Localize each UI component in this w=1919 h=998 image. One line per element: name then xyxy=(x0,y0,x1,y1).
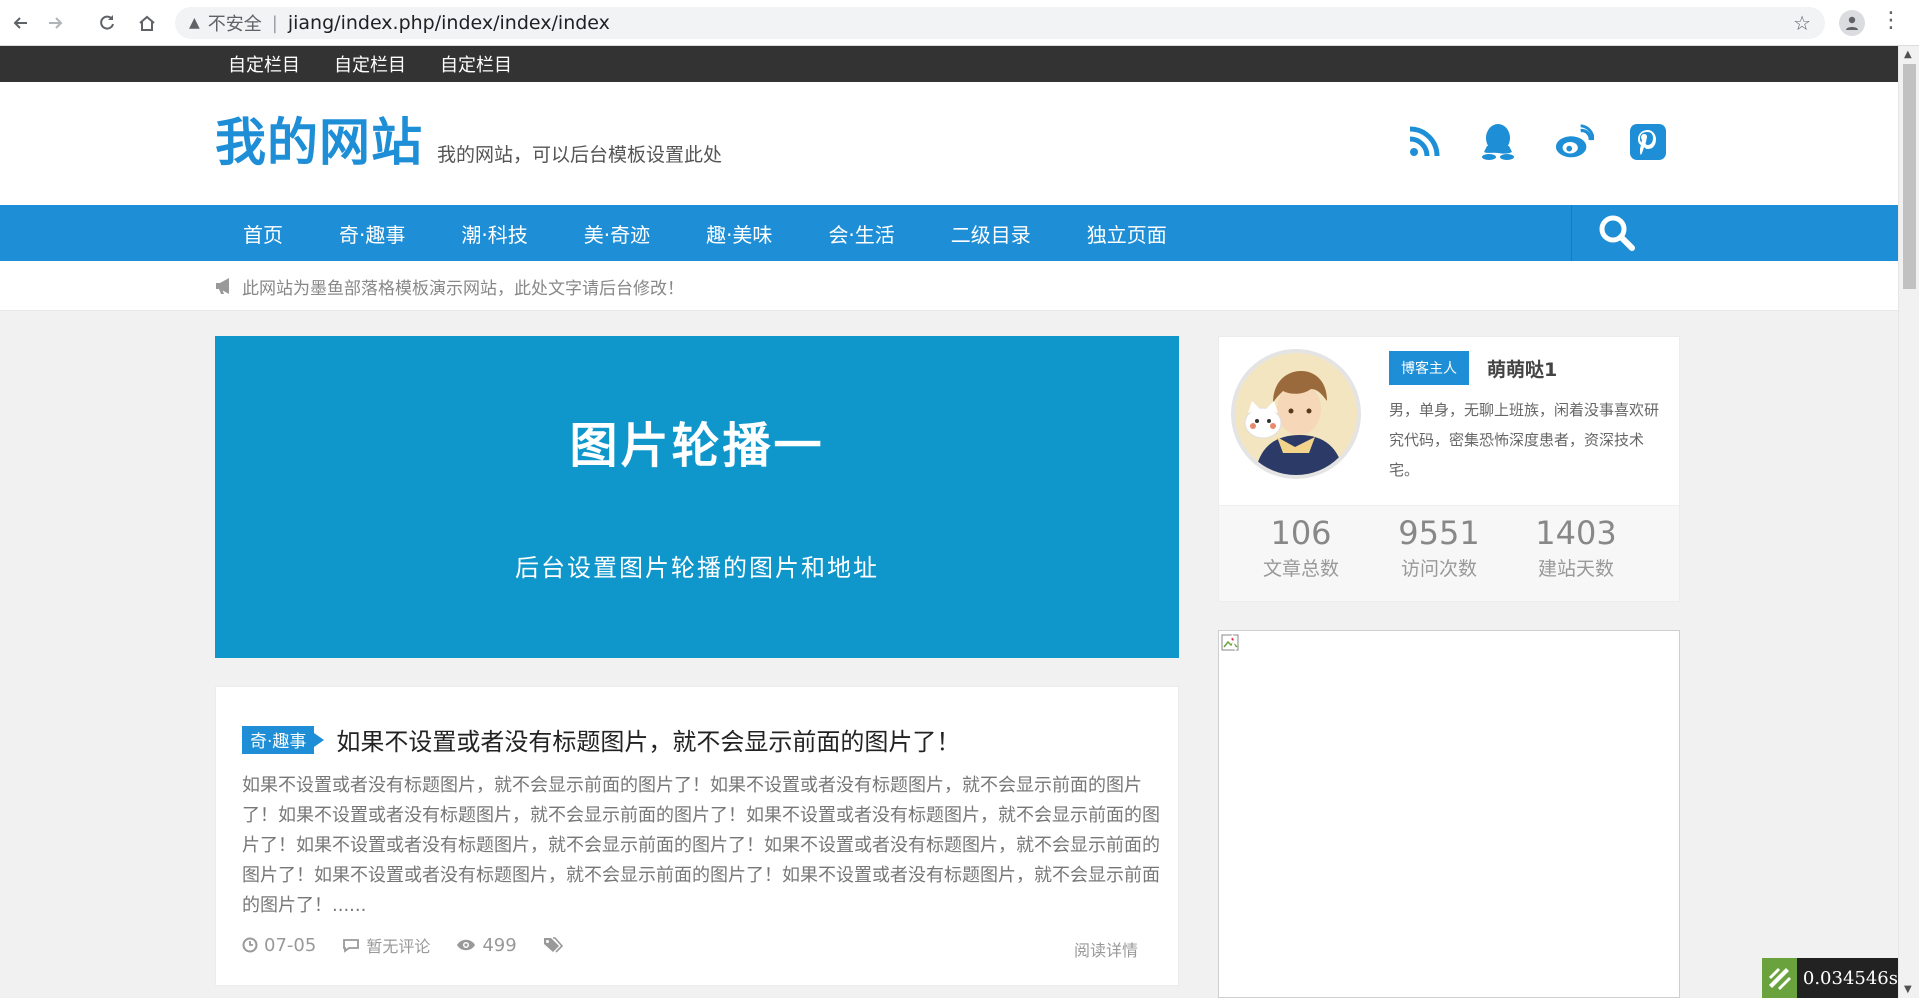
author-stats: 106 文章总数 9551 访问次数 1403 建站天数 xyxy=(1219,505,1679,601)
post-comments[interactable]: 暂无评论 xyxy=(366,933,430,957)
site-slogan: 我的网站，可以后台模板设置此处 xyxy=(437,144,723,166)
nav-item-home[interactable]: 首页 xyxy=(215,205,311,261)
thinkphp-logo-icon xyxy=(1762,958,1797,998)
forward-icon[interactable] xyxy=(40,8,70,38)
stat-visits: 9551 访问次数 xyxy=(1369,514,1509,581)
nav-item-qiqushi[interactable]: 奇·趣事 xyxy=(311,205,433,261)
topbar-link-1[interactable]: 自定栏目 xyxy=(228,51,300,77)
site-header: 我的网站 我的网站，可以后台模板设置此处 xyxy=(0,82,1898,205)
comment-icon xyxy=(343,939,360,953)
notice-text: 此网站为墨鱼部落格模板演示网站，此处文字请后台修改！ xyxy=(242,278,684,299)
post-title[interactable]: 如果不设置或者没有标题图片，就不会显示前面的图片了！ xyxy=(336,722,960,757)
broken-image-icon xyxy=(1221,634,1239,651)
insecure-label: 不安全 xyxy=(207,14,262,35)
warning-icon: ▲ xyxy=(189,15,200,31)
tags-icon[interactable] xyxy=(543,937,563,953)
stat-articles-label: 文章总数 xyxy=(1262,558,1339,580)
debug-timer[interactable]: 0.034546s xyxy=(1762,958,1898,998)
stat-days-num: 1403 xyxy=(1535,514,1617,552)
author-badge: 博客主人 xyxy=(1389,351,1469,385)
stat-visits-num: 9551 xyxy=(1398,514,1480,552)
eye-icon xyxy=(457,939,476,951)
nav-item-erjimulu[interactable]: 二级目录 xyxy=(923,205,1059,261)
nav-item-meiqiji[interactable]: 美·奇迹 xyxy=(556,205,678,261)
post-meta: 07-05 暂无评论 499 xyxy=(242,933,581,957)
post-date: 07-05 xyxy=(264,934,317,956)
search-icon xyxy=(1599,215,1635,251)
home-icon[interactable] xyxy=(132,8,162,38)
stat-days: 1403 建站天数 xyxy=(1506,514,1646,581)
sidebar-ad[interactable] xyxy=(1218,630,1680,998)
stat-articles-num: 106 xyxy=(1270,514,1332,552)
reload-icon[interactable] xyxy=(92,8,122,38)
post-views: 499 xyxy=(482,934,517,956)
carousel-title: 图片轮播一 xyxy=(569,418,825,474)
address-bar[interactable]: ▲ 不安全 | jiang/index.php/index/index/inde… xyxy=(175,7,1825,39)
post-excerpt: 如果不设置或者没有标题图片，就不会显示前面的图片了！如果不设置或者没有标题图片，… xyxy=(242,775,1160,916)
stat-visits-label: 访问次数 xyxy=(1400,558,1477,580)
page-scrollbar[interactable]: ▲ ▼ xyxy=(1898,46,1919,998)
page-viewport: 自定栏目 自定栏目 自定栏目 我的网站 我的网站，可以后台模板设置此处 首页 奇… xyxy=(0,46,1898,998)
top-bar: 自定栏目 自定栏目 自定栏目 xyxy=(0,46,1898,82)
pinterest-icon[interactable] xyxy=(1628,122,1668,162)
notice-bar: 此网站为墨鱼部落格模板演示网站，此处文字请后台修改！ xyxy=(0,261,1898,311)
stat-days-label: 建站天数 xyxy=(1537,558,1614,580)
author-avatar[interactable] xyxy=(1231,349,1361,479)
carousel-subtitle: 后台设置图片轮播的图片和地址 xyxy=(515,554,879,582)
back-icon[interactable] xyxy=(6,8,36,38)
nav-item-qumeiwei[interactable]: 趣·美味 xyxy=(678,205,800,261)
scroll-up-icon[interactable]: ▲ xyxy=(1904,49,1912,60)
scrollbar-thumb[interactable] xyxy=(1903,64,1916,289)
clock-icon xyxy=(242,937,258,953)
post-category-tag[interactable]: 奇·趣事 xyxy=(242,725,325,754)
nav-item-huishenghuo[interactable]: 会·生活 xyxy=(800,205,922,261)
megaphone-icon xyxy=(216,278,229,294)
bookmark-star-icon[interactable]: ☆ xyxy=(1793,11,1811,35)
read-more-link[interactable]: 阅读详情 xyxy=(1074,937,1138,961)
author-widget: 博客主人 萌萌哒1 男，单身，无聊上班族，闲着没事喜欢研究代码，密集恐怖深度患者… xyxy=(1218,336,1680,602)
profile-avatar-icon[interactable] xyxy=(1839,10,1865,36)
topbar-link-3[interactable]: 自定栏目 xyxy=(440,51,512,77)
image-carousel[interactable]: 图片轮播一 后台设置图片轮播的图片和地址 xyxy=(215,336,1179,658)
search-button[interactable] xyxy=(1571,205,1661,261)
qq-icon[interactable] xyxy=(1478,122,1518,162)
browser-menu-icon[interactable]: ⋮ xyxy=(1880,8,1902,33)
address-separator: | xyxy=(271,12,278,34)
weibo-icon[interactable] xyxy=(1554,122,1594,162)
main-nav: 首页 奇·趣事 潮·科技 美·奇迹 趣·美味 会·生活 二级目录 独立页面 xyxy=(0,205,1898,261)
post-card: 奇·趣事 如果不设置或者没有标题图片，就不会显示前面的图片了！ 如果不设置或者没… xyxy=(215,686,1179,986)
nav-item-dulifemian[interactable]: 独立页面 xyxy=(1059,205,1195,261)
stat-articles: 106 文章总数 xyxy=(1231,514,1371,581)
rss-icon[interactable] xyxy=(1404,122,1444,162)
nav-item-chaokeji[interactable]: 潮·科技 xyxy=(433,205,555,261)
topbar-link-2[interactable]: 自定栏目 xyxy=(334,51,406,77)
author-bio: 男，单身，无聊上班族，闲着没事喜欢研究代码，密集恐怖深度患者，资深技术宅。 xyxy=(1389,401,1660,479)
scroll-down-icon[interactable]: ▼ xyxy=(1904,984,1912,995)
author-name[interactable]: 萌萌哒1 xyxy=(1487,355,1557,382)
url-text[interactable]: jiang/index.php/index/index/index xyxy=(288,12,610,34)
debug-timer-value: 0.034546s xyxy=(1802,967,1898,989)
browser-toolbar: ▲ 不安全 | jiang/index.php/index/index/inde… xyxy=(0,0,1919,46)
site-logo[interactable]: 我的网站 xyxy=(215,118,423,169)
